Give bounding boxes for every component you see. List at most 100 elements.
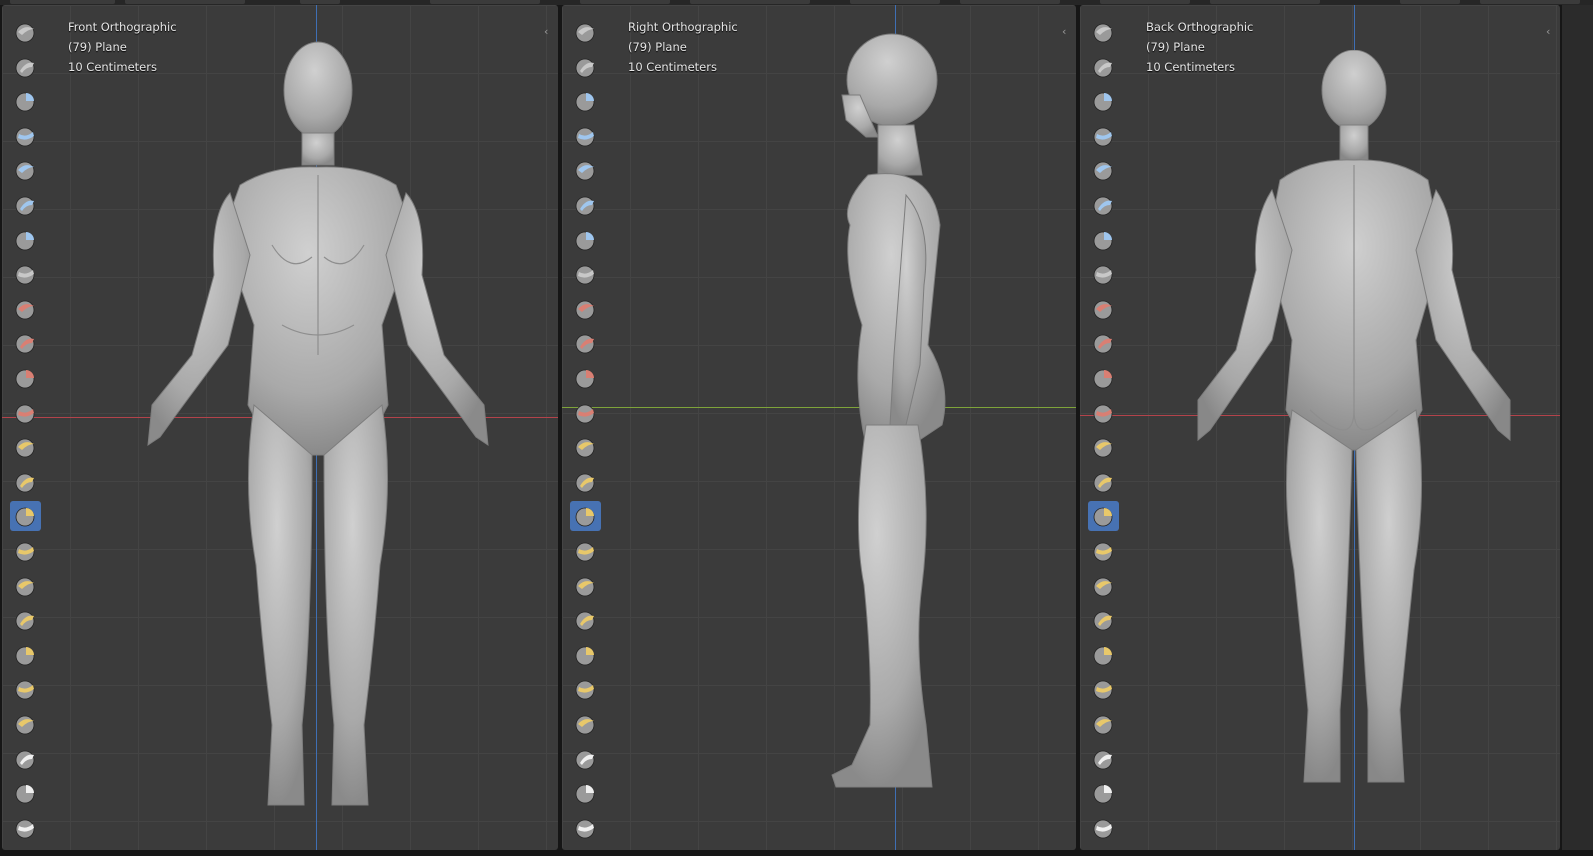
clay-brush-tool-button[interactable] bbox=[570, 86, 601, 116]
fill-brush-icon bbox=[15, 404, 34, 423]
inflate-brush-tool-button[interactable] bbox=[570, 225, 601, 255]
clay-strips-brush-tool-button[interactable] bbox=[10, 121, 41, 151]
slide-relax-brush-tool-button[interactable] bbox=[1088, 778, 1119, 808]
rotate-brush-tool-button[interactable] bbox=[570, 744, 601, 774]
pose-brush-tool-button[interactable] bbox=[10, 674, 41, 704]
clay-brush-icon bbox=[15, 92, 34, 112]
sidebar-toggle-icon[interactable]: ‹ bbox=[1062, 25, 1072, 39]
draw-brush-tool-button[interactable] bbox=[10, 17, 41, 47]
flatten-brush-tool-button[interactable] bbox=[1088, 363, 1119, 393]
y-axis-line bbox=[562, 407, 1076, 408]
smooth-brush-tool-button[interactable] bbox=[1088, 328, 1119, 358]
grab-brush-tool-button[interactable] bbox=[1088, 536, 1119, 566]
draw-sharp-brush-tool-button[interactable] bbox=[1088, 52, 1119, 82]
draw-brush-tool-button[interactable] bbox=[1088, 17, 1119, 47]
snake-hook-brush-tool-button[interactable] bbox=[1088, 605, 1119, 635]
mask-brush-tool-button[interactable] bbox=[1088, 813, 1119, 843]
draw-brush-tool-button[interactable] bbox=[570, 17, 601, 47]
viewport-front[interactable]: Front Orthographic (79) Plane 10 Centime… bbox=[2, 5, 558, 850]
smooth-brush-tool-button[interactable] bbox=[10, 328, 41, 358]
sculpt-figure-back[interactable] bbox=[1180, 50, 1530, 790]
multiplane-scrape-brush-tool-button[interactable] bbox=[570, 467, 601, 497]
rotate-brush-tool-button[interactable] bbox=[1088, 744, 1119, 774]
slide-relax-brush-tool-button[interactable] bbox=[10, 778, 41, 808]
multiplane-scrape-brush-tool-button[interactable] bbox=[1088, 467, 1119, 497]
pinch-brush-tool-button[interactable] bbox=[1088, 501, 1119, 532]
crease-brush-tool-button[interactable] bbox=[1088, 294, 1119, 324]
inflate-brush-icon bbox=[575, 231, 594, 250]
viewport-back[interactable]: Back Orthographic (79) Plane 10 Centimet… bbox=[1080, 5, 1560, 850]
thumb-brush-tool-button[interactable] bbox=[570, 640, 601, 670]
nudge-brush-tool-button[interactable] bbox=[570, 709, 601, 739]
layer-brush-tool-button[interactable] bbox=[570, 190, 601, 220]
layer-brush-tool-button[interactable] bbox=[1088, 190, 1119, 220]
scrape-brush-tool-button[interactable] bbox=[10, 432, 41, 462]
blob-brush-icon bbox=[15, 265, 34, 285]
draw-sharp-brush-tool-button[interactable] bbox=[570, 52, 601, 82]
thumb-brush-tool-button[interactable] bbox=[1088, 640, 1119, 670]
pose-brush-tool-button[interactable] bbox=[570, 674, 601, 704]
grab-brush-tool-button[interactable] bbox=[570, 536, 601, 566]
thumb-brush-icon bbox=[1093, 646, 1112, 666]
draw-sharp-brush-icon bbox=[1093, 58, 1112, 77]
clay-brush-tool-button[interactable] bbox=[1088, 86, 1119, 116]
snake-hook-brush-tool-button[interactable] bbox=[10, 605, 41, 635]
elastic-deform-brush-tool-button[interactable] bbox=[1088, 571, 1119, 601]
blob-brush-tool-button[interactable] bbox=[570, 259, 601, 289]
clay-brush-tool-button[interactable] bbox=[10, 86, 41, 116]
fill-brush-tool-button[interactable] bbox=[10, 398, 41, 428]
mask-brush-tool-button[interactable] bbox=[570, 813, 601, 843]
fill-brush-tool-button[interactable] bbox=[1088, 398, 1119, 428]
elastic-deform-brush-icon bbox=[575, 577, 594, 596]
pinch-brush-tool-button[interactable] bbox=[10, 501, 41, 532]
inflate-brush-icon bbox=[1093, 231, 1112, 250]
flatten-brush-tool-button[interactable] bbox=[570, 363, 601, 393]
inflate-brush-tool-button[interactable] bbox=[1088, 225, 1119, 255]
pinch-brush-tool-button[interactable] bbox=[570, 501, 601, 532]
draw-sharp-brush-tool-button[interactable] bbox=[10, 52, 41, 82]
clay-thumb-brush-tool-button[interactable] bbox=[570, 155, 601, 185]
sculpt-figure-front[interactable] bbox=[132, 25, 502, 825]
snake-hook-brush-tool-button[interactable] bbox=[570, 605, 601, 635]
clay-strips-brush-tool-button[interactable] bbox=[570, 121, 601, 151]
mask-brush-tool-button[interactable] bbox=[10, 813, 41, 843]
thumb-brush-icon bbox=[15, 646, 34, 666]
crease-brush-tool-button[interactable] bbox=[570, 294, 601, 324]
grab-brush-tool-button[interactable] bbox=[10, 536, 41, 566]
sidebar-toggle-icon[interactable]: ‹ bbox=[544, 25, 554, 39]
grab-brush-icon bbox=[1093, 542, 1112, 562]
viewport-right[interactable]: Right Orthographic (79) Plane 10 Centime… bbox=[562, 5, 1076, 850]
nudge-brush-tool-button[interactable] bbox=[10, 709, 41, 739]
rotate-brush-icon bbox=[1093, 750, 1112, 769]
elastic-deform-brush-tool-button[interactable] bbox=[570, 571, 601, 601]
mask-brush-icon bbox=[15, 819, 34, 839]
slide-relax-brush-tool-button[interactable] bbox=[570, 778, 601, 808]
multiplane-scrape-brush-icon bbox=[15, 473, 34, 493]
fill-brush-tool-button[interactable] bbox=[570, 398, 601, 428]
nudge-brush-tool-button[interactable] bbox=[1088, 709, 1119, 739]
draw-brush-icon bbox=[575, 23, 594, 43]
sculpt-figure-side[interactable] bbox=[822, 25, 952, 805]
scrape-brush-icon bbox=[575, 438, 594, 458]
scrape-brush-tool-button[interactable] bbox=[1088, 432, 1119, 462]
clay-thumb-brush-tool-button[interactable] bbox=[10, 155, 41, 185]
rotate-brush-tool-button[interactable] bbox=[10, 744, 41, 774]
elastic-deform-brush-tool-button[interactable] bbox=[10, 571, 41, 601]
inflate-brush-tool-button[interactable] bbox=[10, 225, 41, 255]
thumb-brush-tool-button[interactable] bbox=[10, 640, 41, 670]
flatten-brush-tool-button[interactable] bbox=[10, 363, 41, 393]
crease-brush-tool-button[interactable] bbox=[10, 294, 41, 324]
multiplane-scrape-brush-tool-button[interactable] bbox=[10, 467, 41, 497]
blob-brush-tool-button[interactable] bbox=[10, 259, 41, 289]
clay-strips-brush-icon bbox=[15, 127, 34, 147]
clay-thumb-brush-tool-button[interactable] bbox=[1088, 155, 1119, 185]
clay-strips-brush-tool-button[interactable] bbox=[1088, 121, 1119, 151]
smooth-brush-tool-button[interactable] bbox=[570, 328, 601, 358]
tool-shelf bbox=[1080, 5, 1128, 850]
sidebar-toggle-icon[interactable]: ‹ bbox=[1546, 25, 1556, 39]
view-name: Right Orthographic bbox=[628, 20, 738, 34]
scrape-brush-tool-button[interactable] bbox=[570, 432, 601, 462]
layer-brush-tool-button[interactable] bbox=[10, 190, 41, 220]
pose-brush-tool-button[interactable] bbox=[1088, 674, 1119, 704]
blob-brush-tool-button[interactable] bbox=[1088, 259, 1119, 289]
